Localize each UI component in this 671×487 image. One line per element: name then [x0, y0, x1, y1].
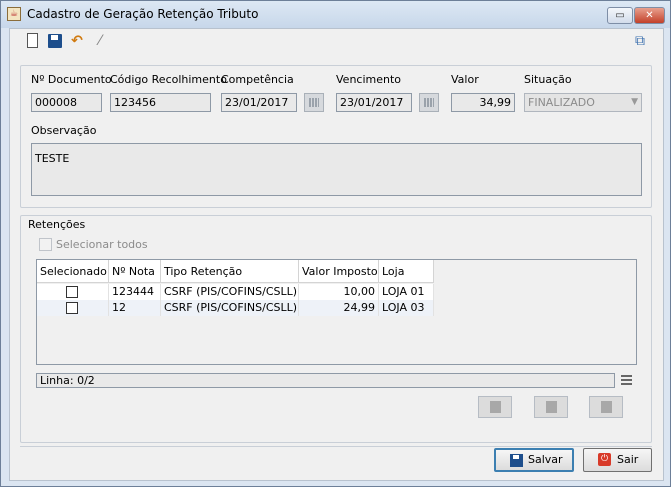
tipo-cell: CSRF (PIS/COFINS/CSLL) [161, 300, 299, 316]
row-checkbox[interactable] [66, 286, 78, 298]
chevron-down-icon: ▼ [631, 97, 638, 107]
form-client-area: ↶ ⁄ ⧉ Nº Documento 000008 Código Recolhi… [9, 28, 664, 481]
cascade-windows-icon[interactable]: ⧉ [632, 33, 648, 49]
loja-cell: LOJA 03 [379, 300, 434, 316]
documento-label: Nº Documento [31, 73, 112, 86]
main-window: ☕ Cadastro de Geração Retenção Tributo ▭… [0, 0, 671, 487]
save-icon[interactable] [47, 33, 63, 49]
exit-button[interactable]: ⏻ Sair [583, 448, 652, 472]
row-checkbox[interactable] [66, 302, 78, 314]
power-icon: ⏻ [598, 453, 611, 466]
vencimento-calendar-icon[interactable] [419, 93, 439, 112]
situacao-label: Situação [524, 73, 572, 86]
column-header-selecionado[interactable]: Selecionado [37, 260, 109, 283]
column-header-loja[interactable]: Loja [379, 260, 434, 283]
close-button[interactable]: ✕ [634, 7, 665, 24]
vencimento-label: Vencimento [336, 73, 402, 86]
title-bar: ☕ Cadastro de Geração Retenção Tributo ▭… [1, 1, 670, 28]
undo-icon[interactable]: ↶ [69, 33, 85, 49]
footer-divider [20, 446, 652, 447]
add-row-button [478, 396, 512, 418]
save-button[interactable]: Salvar [494, 448, 574, 472]
observacao-label: Observação [31, 124, 97, 137]
exit-label: Sair [617, 453, 639, 466]
nota-cell: 12 [109, 300, 161, 316]
menu-icon[interactable] [621, 375, 632, 385]
valor-cell: 24,99 [299, 300, 379, 316]
tipo-cell: CSRF (PIS/COFINS/CSLL) [161, 284, 299, 300]
vencimento-field[interactable]: 23/01/2017 [336, 93, 412, 112]
column-header-nota[interactable]: Nº Nota [109, 260, 161, 283]
situacao-value: FINALIZADO [528, 96, 595, 109]
codigo-label: Código Recolhimento [110, 73, 227, 86]
wand-icon[interactable]: ⁄ [92, 33, 108, 49]
observacao-textarea[interactable]: TESTE [31, 143, 642, 196]
app-icon: ☕ [7, 7, 21, 21]
competencia-label: Competência [221, 73, 294, 86]
loja-cell: LOJA 01 [379, 284, 434, 300]
selecionado-cell [37, 300, 109, 316]
new-document-icon[interactable] [25, 33, 41, 49]
export-rows-button [589, 396, 623, 418]
window-title: Cadastro de Geração Retenção Tributo [27, 7, 259, 21]
save-icon [510, 454, 523, 467]
selecionado-cell [37, 284, 109, 300]
clear-rows-button [534, 396, 568, 418]
row-status-bar: Linha: 0/2 [36, 373, 615, 388]
documento-field[interactable]: 000008 [31, 93, 102, 112]
valor-field[interactable]: 34,99 [451, 93, 515, 112]
retencoes-table: Selecionado Nº Nota Tipo Retenção Valor … [36, 259, 637, 365]
competencia-field[interactable]: 23/01/2017 [221, 93, 297, 112]
restore-button[interactable]: ▭ [607, 7, 633, 24]
column-header-valor[interactable]: Valor Imposto [299, 260, 379, 283]
select-all-checkbox [39, 238, 52, 251]
column-header-tipo[interactable]: Tipo Retenção [161, 260, 299, 283]
codigo-field[interactable]: 123456 [110, 93, 211, 112]
select-all-label: Selecionar todos [56, 238, 148, 251]
retencoes-title: Retenções [26, 218, 88, 231]
situacao-select: FINALIZADO ▼ [524, 93, 642, 112]
valor-label: Valor [451, 73, 479, 86]
competencia-calendar-icon[interactable] [304, 93, 324, 112]
nota-cell: 123444 [109, 284, 161, 300]
save-label: Salvar [528, 453, 563, 466]
valor-cell: 10,00 [299, 284, 379, 300]
